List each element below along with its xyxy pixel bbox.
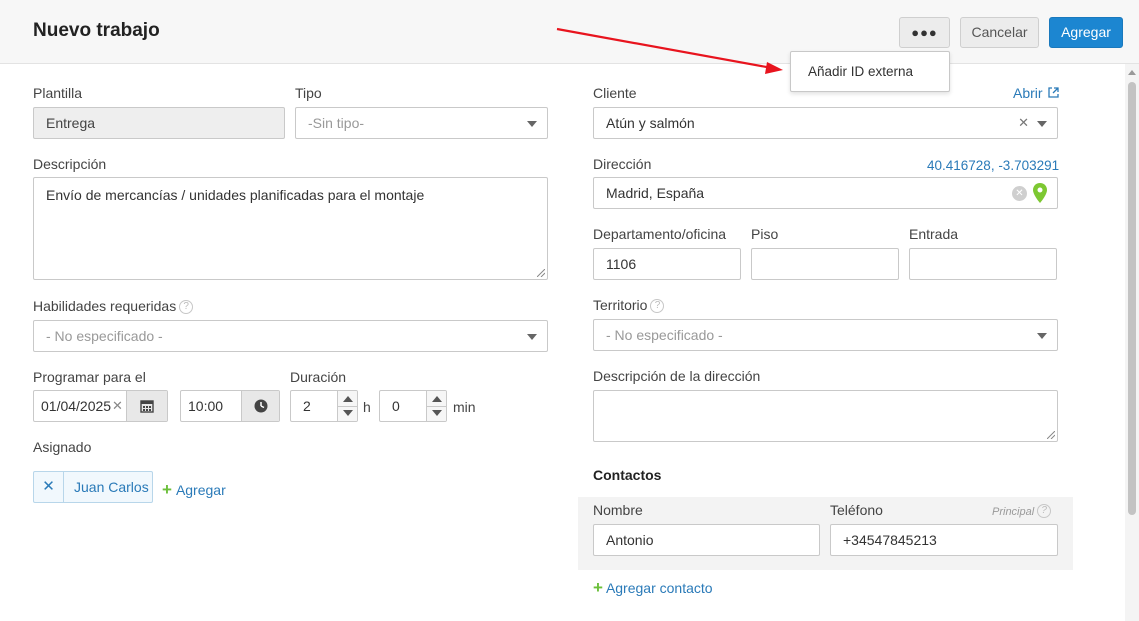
duration-hours-input[interactable]: 2 (290, 390, 358, 422)
date-input[interactable]: 01/04/2025 ✕ (33, 390, 168, 422)
dialog-title: Nuevo trabajo (33, 20, 160, 41)
plus-icon: + (593, 578, 603, 597)
more-options-button[interactable]: ●●● (899, 17, 950, 48)
more-options-menu: Añadir ID externa (790, 51, 950, 92)
add-assignee-label: Agregar (175, 482, 226, 498)
scroll-thumb[interactable] (1128, 82, 1136, 515)
hours-unit: h (363, 399, 371, 415)
department-label: Departamento/oficina (593, 226, 727, 242)
add-button[interactable]: Agregar (1049, 17, 1123, 48)
clock-icon (254, 399, 267, 413)
client-label: Cliente (593, 85, 637, 101)
resize-handle-icon[interactable] (1047, 431, 1055, 439)
chevron-down-icon (1037, 121, 1047, 127)
clock-button[interactable] (241, 391, 279, 421)
contacts-title: Contactos (593, 467, 662, 483)
hours-stepper[interactable] (337, 391, 357, 421)
territory-label-text: Territorio (593, 297, 648, 313)
calendar-icon (140, 400, 154, 413)
clear-date-icon[interactable]: ✕ (112, 391, 123, 421)
address-description-textarea[interactable] (593, 390, 1058, 442)
address-value: Madrid, España (606, 185, 705, 201)
skills-select[interactable]: - No especificado - (33, 320, 548, 352)
clear-address-icon[interactable]: ✕ (1012, 186, 1027, 201)
client-value: Atún y salmón (606, 115, 695, 131)
external-link-icon (1048, 87, 1060, 98)
contact-phone-label: Teléfono (830, 502, 883, 518)
contact-name-input[interactable]: Antonio (593, 524, 820, 556)
time-value: 10:00 (188, 398, 224, 414)
chevron-down-icon (527, 334, 537, 340)
annotation-arrow-icon (556, 27, 783, 74)
help-icon[interactable]: ? (1037, 504, 1052, 518)
schedule-label: Programar para el (33, 369, 146, 385)
add-contact-link[interactable]: + Agregar contacto (593, 578, 713, 598)
help-icon[interactable]: ? (650, 299, 665, 313)
address-input[interactable]: Madrid, España ✕ (593, 177, 1058, 209)
address-label: Dirección (593, 156, 652, 172)
duration-minutes-input[interactable]: 0 (379, 390, 447, 422)
address-description-label: Descripción de la dirección (593, 368, 761, 384)
decrement-icon[interactable] (343, 410, 353, 416)
scroll-up-icon[interactable] (1128, 70, 1136, 75)
increment-icon[interactable] (432, 396, 442, 402)
open-client-label: Abrir (1013, 85, 1043, 101)
calendar-button[interactable] (126, 391, 167, 421)
resize-handle-icon[interactable] (537, 269, 545, 277)
department-input[interactable]: 1106 (593, 248, 741, 280)
increment-icon[interactable] (343, 396, 353, 402)
contact-phone-input[interactable]: +34547845213 (830, 524, 1058, 556)
help-icon[interactable]: ? (179, 300, 194, 314)
skills-placeholder: - No especificado - (46, 328, 163, 344)
territory-label: Territorio? (593, 297, 665, 313)
menu-item-add-external-id[interactable]: Añadir ID externa (808, 64, 913, 79)
assignee-chip: ✕ Juan Carlos (33, 471, 153, 503)
chevron-down-icon (527, 121, 537, 127)
assignee-name: Juan Carlos (74, 479, 149, 495)
remove-assignee-icon[interactable]: ✕ (34, 472, 64, 502)
time-input[interactable]: 10:00 (180, 390, 280, 422)
scrollbar[interactable] (1125, 64, 1139, 621)
chevron-down-icon (1037, 333, 1047, 339)
floor-input[interactable] (751, 248, 899, 280)
clear-client-icon[interactable]: ✕ (1018, 108, 1029, 138)
type-label: Tipo (295, 85, 322, 101)
coordinates-link[interactable]: 40.416728, -3.703291 (927, 158, 1059, 173)
type-select[interactable]: -Sin tipo- (295, 107, 548, 139)
principal-label: Principal? (992, 504, 1052, 518)
principal-label-text: Principal (992, 506, 1035, 518)
description-text: Envío de mercancías / unidades planifica… (46, 187, 425, 203)
skills-label-text: Habilidades requeridas (33, 298, 177, 314)
open-client-link[interactable]: Abrir (1013, 85, 1060, 101)
floor-label: Piso (751, 226, 779, 242)
date-value: 01/04/2025 (41, 398, 112, 414)
description-textarea[interactable]: Envío de mercancías / unidades planifica… (33, 177, 548, 280)
contact-name-label: Nombre (593, 502, 643, 518)
minutes-unit: min (453, 399, 476, 415)
duration-hours-value: 2 (303, 398, 311, 414)
plus-icon: + (162, 480, 172, 499)
territory-placeholder: - No especificado - (606, 327, 723, 343)
minutes-stepper[interactable] (426, 391, 446, 421)
decrement-icon[interactable] (432, 410, 442, 416)
add-assignee-link[interactable]: + Agregar (162, 480, 226, 500)
duration-label: Duración (290, 369, 347, 385)
client-select[interactable]: Atún y salmón ✕ (593, 107, 1058, 139)
entrance-input[interactable] (909, 248, 1057, 280)
territory-select[interactable]: - No especificado - (593, 319, 1058, 351)
template-field: Entrega (33, 107, 285, 139)
assigned-label: Asignado (33, 439, 92, 455)
cancel-button[interactable]: Cancelar (960, 17, 1039, 48)
skills-label: Habilidades requeridas? (33, 298, 194, 314)
type-placeholder: -Sin tipo- (308, 115, 365, 131)
description-label: Descripción (33, 156, 107, 172)
map-pin-icon[interactable] (1033, 183, 1047, 203)
template-label: Plantilla (33, 85, 83, 101)
entrance-label: Entrada (909, 226, 959, 242)
duration-minutes-value: 0 (392, 398, 400, 414)
add-contact-label: Agregar contacto (605, 580, 713, 596)
